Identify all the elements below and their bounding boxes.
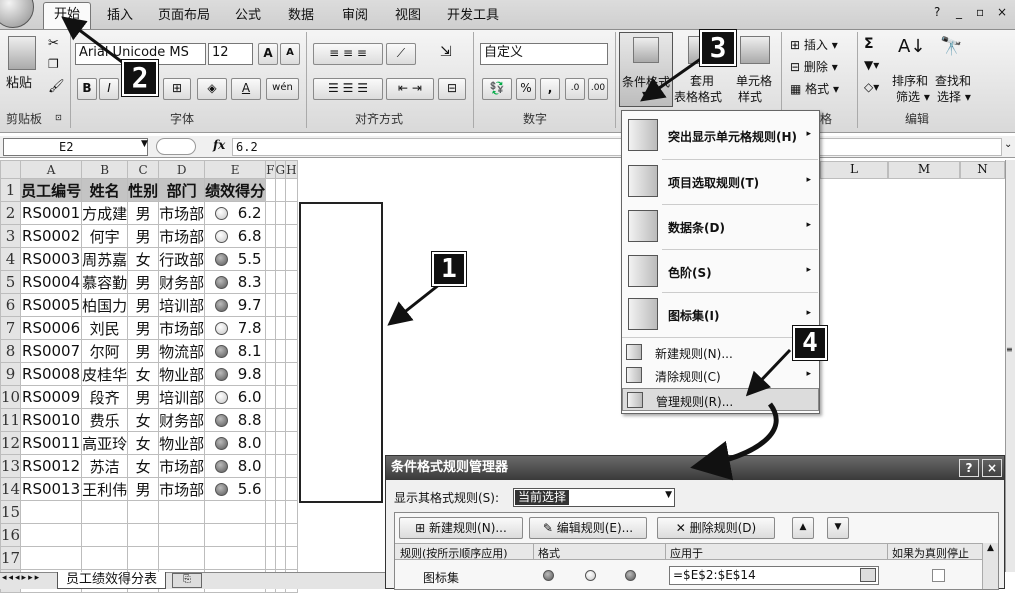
arrow-to-dialog bbox=[690, 402, 779, 481]
arrow-4 bbox=[745, 348, 792, 397]
arrow-1 bbox=[387, 282, 441, 326]
callout-3: 3 bbox=[699, 29, 737, 67]
callout-4: 4 bbox=[792, 325, 828, 361]
arrow-2 bbox=[61, 16, 131, 70]
arrow-3 bbox=[640, 56, 703, 102]
callout-2: 2 bbox=[121, 59, 159, 97]
callout-1: 1 bbox=[431, 251, 467, 287]
